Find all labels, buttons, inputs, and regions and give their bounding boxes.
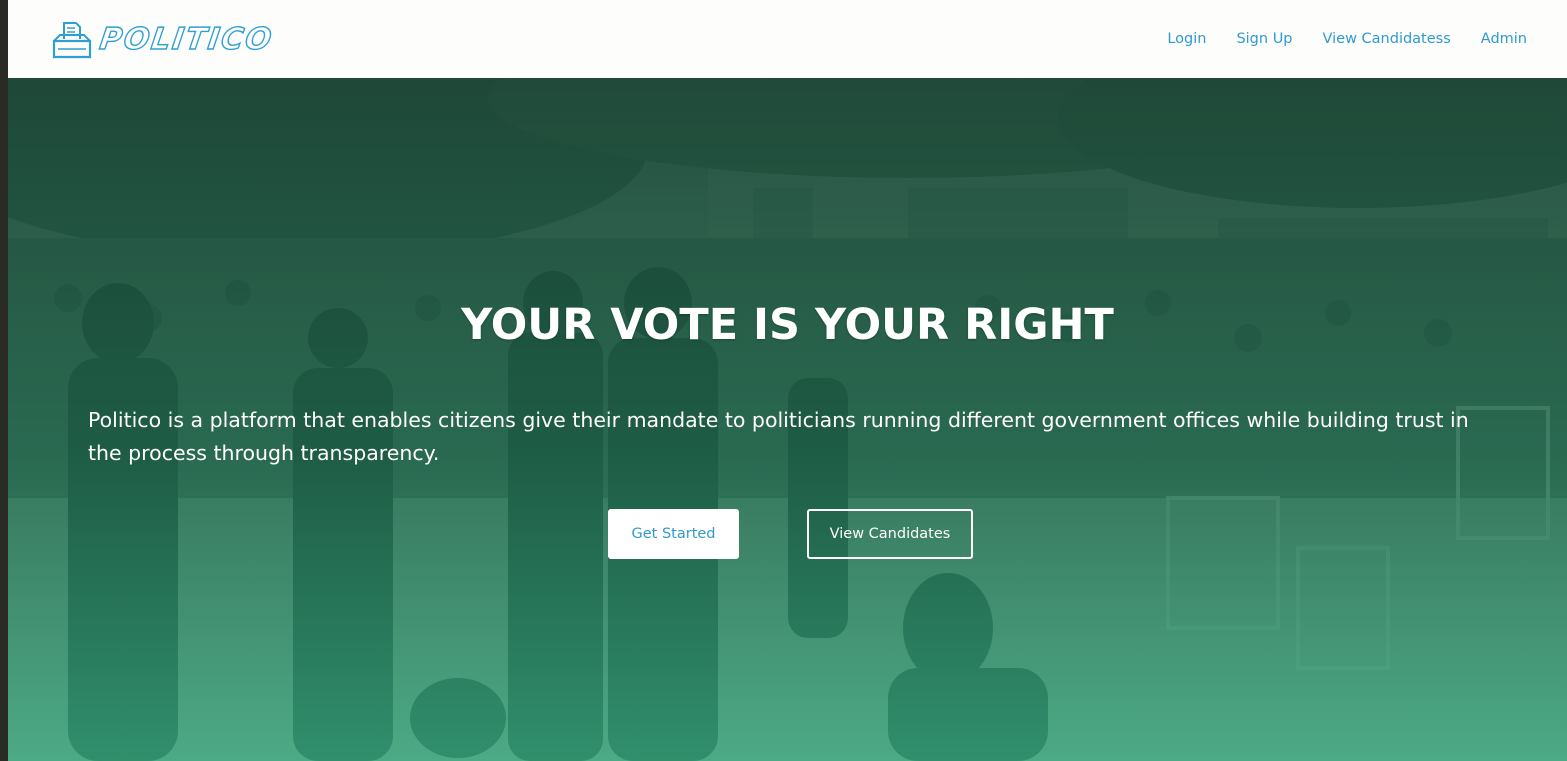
nav-login[interactable]: Login — [1167, 31, 1206, 47]
get-started-button[interactable]: Get Started — [608, 509, 739, 559]
nav-sign-up[interactable]: Sign Up — [1236, 31, 1292, 47]
nav-links: Login Sign Up View Candidatess Admin — [1167, 31, 1527, 47]
hero-section: YOUR VOTE IS YOUR RIGHT Politico is a pl… — [8, 78, 1567, 761]
window-edge — [0, 0, 8, 761]
hero-tagline: Politico is a platform that enables citi… — [88, 408, 1469, 465]
navbar: POLITICO Login Sign Up View Candidatess … — [8, 0, 1567, 78]
hero-content: YOUR VOTE IS YOUR RIGHT Politico is a pl… — [8, 78, 1567, 761]
page: POLITICO Login Sign Up View Candidatess … — [8, 0, 1567, 761]
brand-logo[interactable]: POLITICO — [50, 19, 276, 59]
hero-headline: YOUR VOTE IS YOUR RIGHT — [461, 300, 1114, 350]
ballot-box-icon — [52, 22, 92, 59]
nav-admin[interactable]: Admin — [1481, 31, 1527, 47]
brand-name: POLITICO — [97, 21, 276, 57]
nav-view-candidates[interactable]: View Candidatess — [1323, 31, 1451, 47]
view-candidates-button[interactable]: View Candidates — [807, 509, 973, 559]
